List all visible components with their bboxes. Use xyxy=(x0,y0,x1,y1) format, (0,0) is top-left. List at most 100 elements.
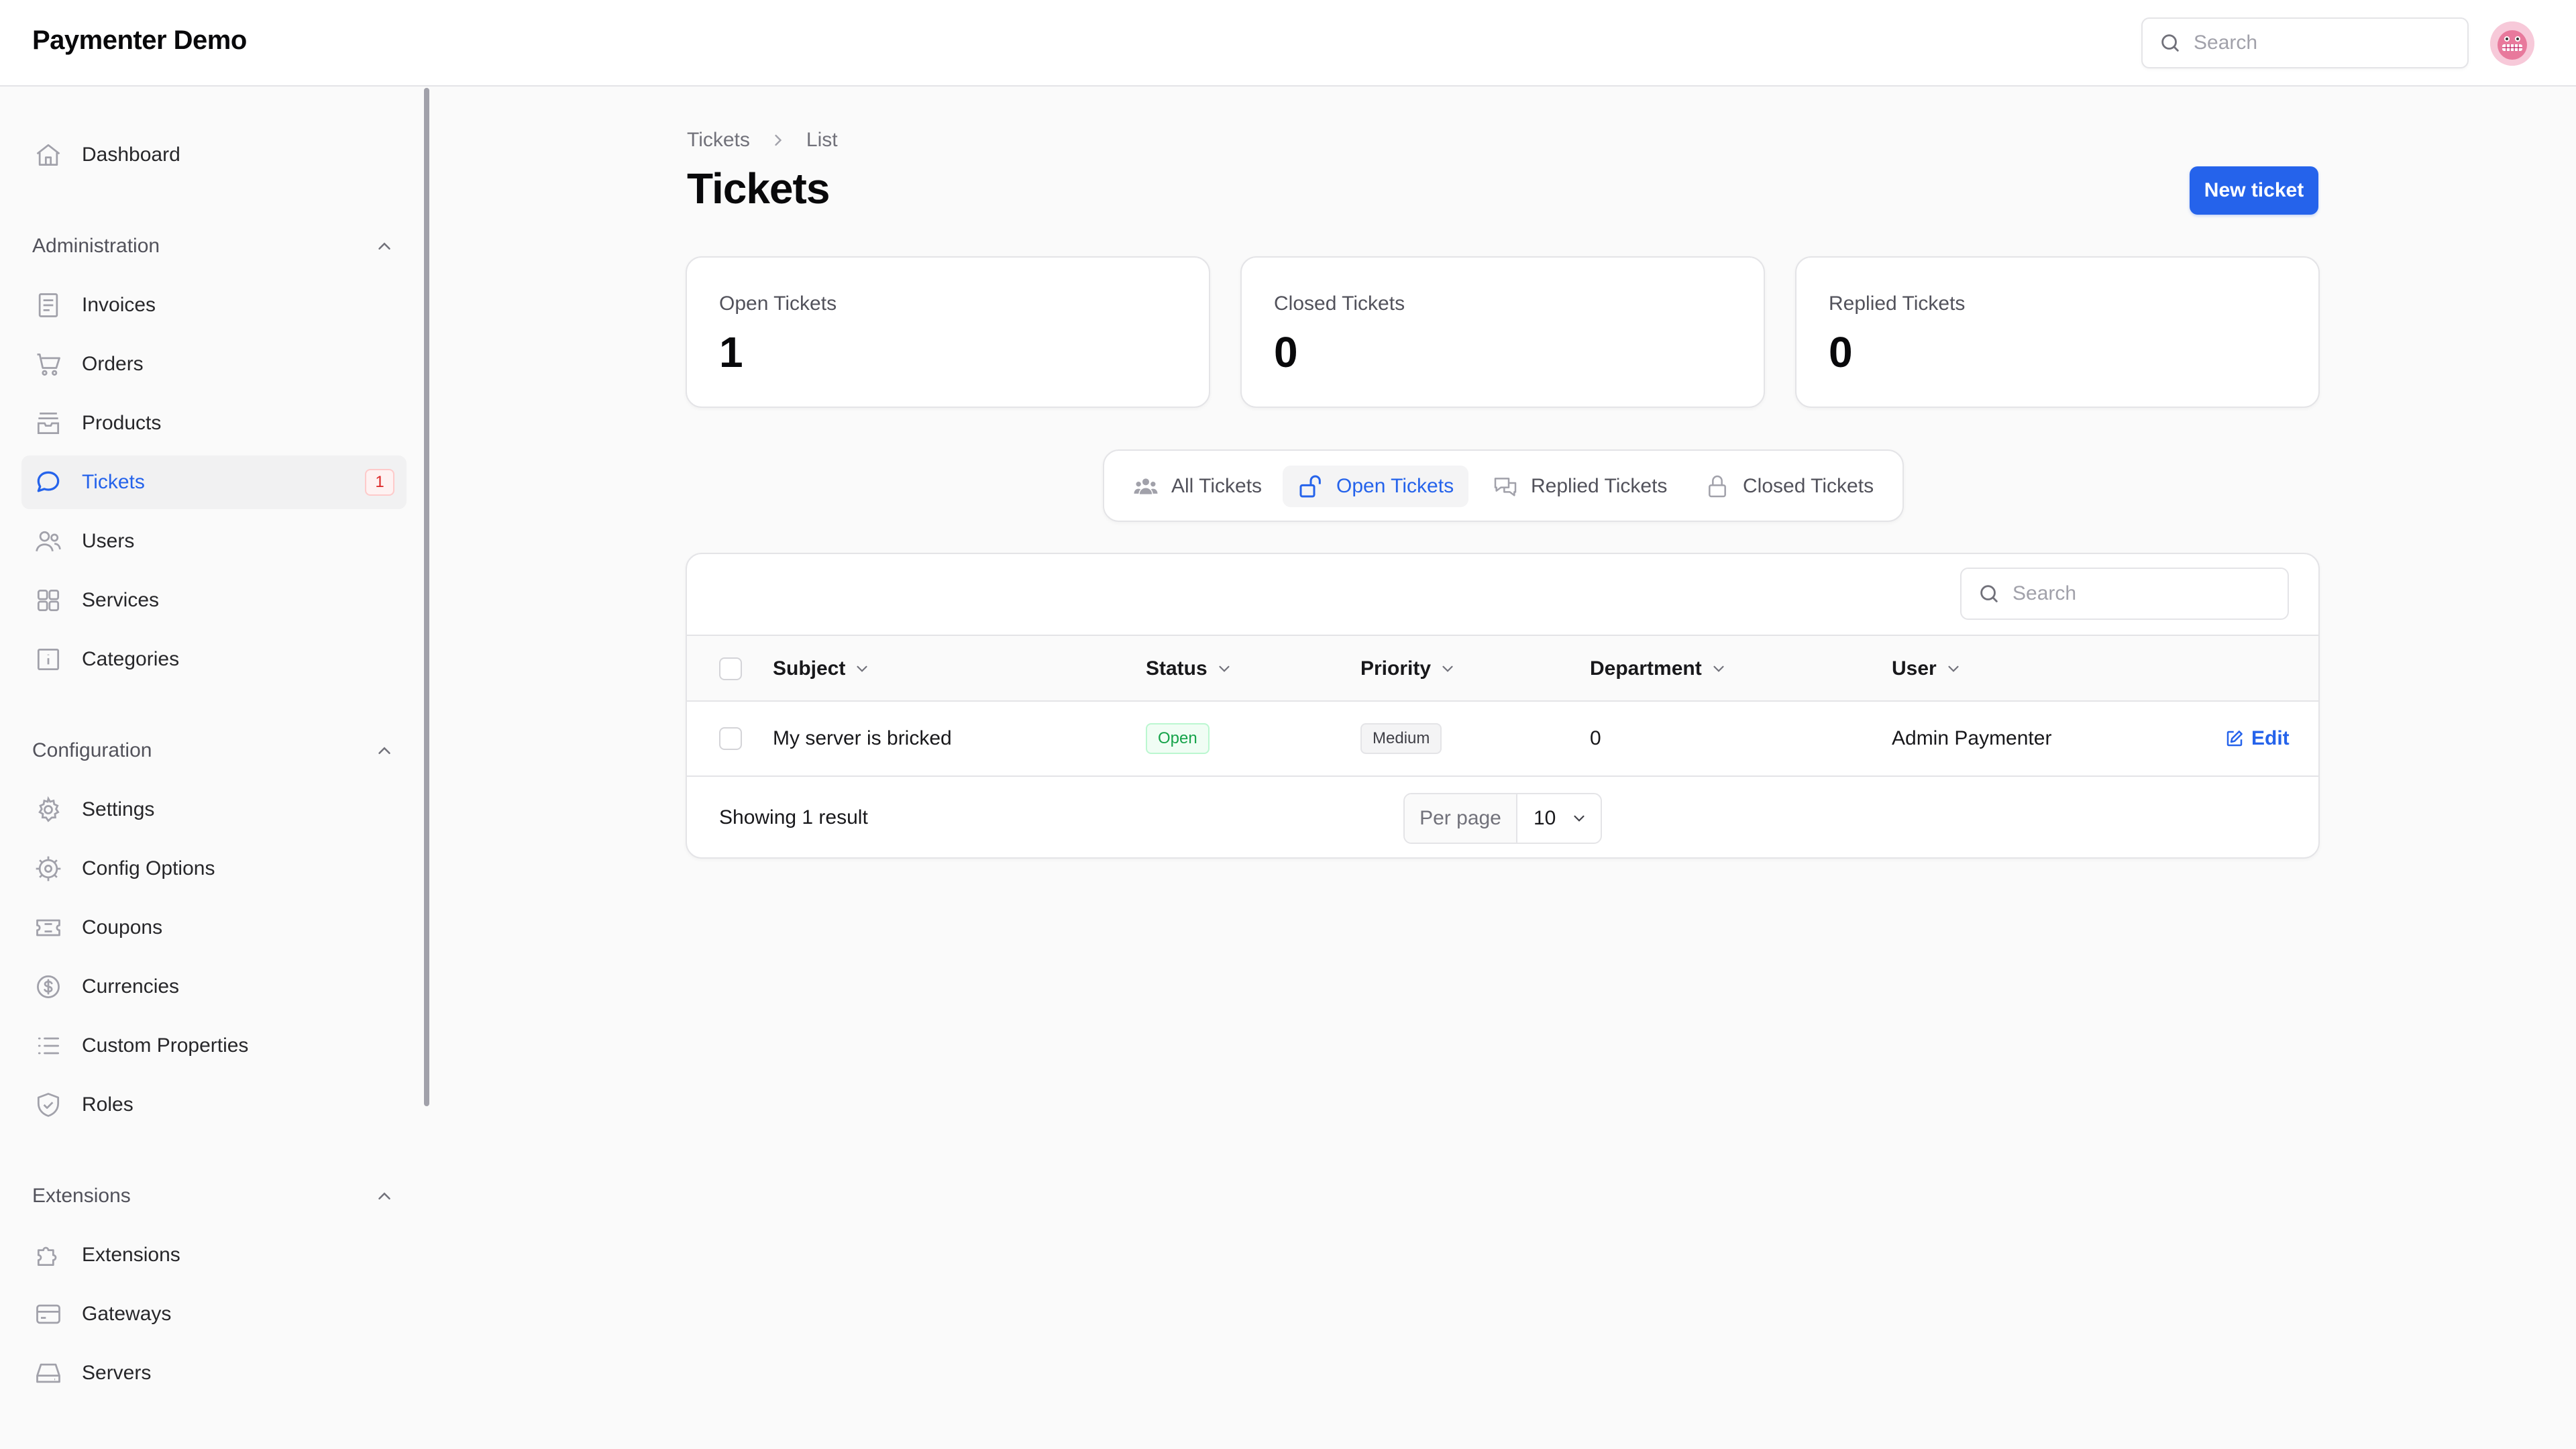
sidebar-item-config-options[interactable]: Config Options xyxy=(21,842,407,896)
cell-priority: Medium xyxy=(1360,702,1442,775)
cell-user: Admin Paymenter xyxy=(1892,727,2052,749)
column-priority[interactable]: Priority xyxy=(1360,636,1456,702)
column-label: Subject xyxy=(773,657,846,680)
tab-all-tickets[interactable]: All Tickets xyxy=(1118,466,1277,507)
sidebar-group-label: Extensions xyxy=(32,1185,131,1207)
cell-subject: My server is bricked xyxy=(773,727,952,749)
sidebar-item-invoices[interactable]: Invoices xyxy=(21,278,407,332)
table-row[interactable]: My server is bricked Open Medium 0 Admin… xyxy=(687,702,2318,777)
sidebar-item-extensions[interactable]: Extensions xyxy=(21,1228,407,1282)
chevron-right-icon xyxy=(775,134,782,146)
sidebar-item-settings[interactable]: Settings xyxy=(21,783,407,837)
sidebar-item-categories[interactable]: Categories xyxy=(21,633,407,686)
tab-label: Replied Tickets xyxy=(1531,475,1668,497)
column-label: Status xyxy=(1146,657,1208,680)
sidebar-item-label: Roles xyxy=(82,1093,133,1116)
breadcrumb: Tickets List xyxy=(687,129,838,152)
page-title: Tickets xyxy=(687,164,830,213)
per-page-label: Per page xyxy=(1405,794,1517,843)
stat-label: Replied Tickets xyxy=(1829,292,1966,315)
sidebar-item-tickets[interactable]: Tickets 1 xyxy=(21,455,407,509)
cart-icon xyxy=(37,353,60,376)
avatar[interactable] xyxy=(2490,21,2534,66)
sidebar-item-label: Extensions xyxy=(82,1244,180,1266)
sidebar-item-servers[interactable]: Servers xyxy=(21,1346,407,1400)
row-checkbox[interactable] xyxy=(719,727,742,750)
cell-status: Open xyxy=(1146,702,1210,775)
tab-label: All Tickets xyxy=(1171,475,1263,497)
chevron-down-icon xyxy=(1219,665,1230,672)
search-icon xyxy=(2161,34,2179,52)
edit-label: Edit xyxy=(2251,727,2290,749)
column-user[interactable]: User xyxy=(1892,636,1962,702)
gear-icon xyxy=(38,796,60,822)
stat-card-closed: Closed Tickets 0 xyxy=(1240,256,1765,408)
sidebar-group-extensions[interactable]: Extensions xyxy=(32,1179,394,1213)
sidebar-item-roles[interactable]: Roles xyxy=(21,1078,407,1132)
sidebar-item-label: Users xyxy=(82,530,135,552)
lock-closed-icon xyxy=(1709,475,1726,498)
puzzle-icon xyxy=(37,1246,57,1267)
sidebar-group-label: Administration xyxy=(32,235,160,257)
cog-icon xyxy=(36,856,61,881)
result-count: Showing 1 result xyxy=(719,806,868,828)
tab-open-tickets[interactable]: Open Tickets xyxy=(1283,466,1469,507)
sidebar-scrollbar[interactable] xyxy=(424,88,429,1106)
credit-card-icon xyxy=(36,1304,60,1324)
sidebar-item-label: Services xyxy=(82,589,160,611)
global-search-input[interactable]: Search xyxy=(2141,17,2469,68)
brand-title[interactable]: Paymenter Demo xyxy=(32,25,247,56)
per-page-value[interactable]: 10 xyxy=(1517,794,1601,843)
breadcrumb-tickets[interactable]: Tickets xyxy=(687,129,750,152)
per-page-select[interactable]: Per page 10 xyxy=(1403,793,1602,844)
column-department[interactable]: Department xyxy=(1590,636,1727,702)
column-label: User xyxy=(1892,657,1937,680)
sidebar-item-custom-properties[interactable]: Custom Properties xyxy=(21,1019,407,1073)
new-ticket-button[interactable]: New ticket xyxy=(2190,166,2318,215)
ticket-icon xyxy=(36,919,60,936)
users-icon xyxy=(36,531,61,551)
sidebar-item-label: Dashboard xyxy=(82,144,180,166)
edit-link[interactable]: Edit xyxy=(2224,702,2290,775)
list-icon xyxy=(38,1037,60,1055)
column-label: Priority xyxy=(1360,657,1432,680)
sidebar-item-products[interactable]: Products xyxy=(21,396,407,450)
status-badge: Open xyxy=(1146,723,1210,754)
sidebar-item-label: Settings xyxy=(82,798,155,820)
chevron-down-icon xyxy=(1442,665,1453,672)
tab-closed-tickets[interactable]: Closed Tickets xyxy=(1689,466,1888,507)
stat-label: Closed Tickets xyxy=(1274,292,1405,315)
sidebar-item-label: Custom Properties xyxy=(82,1034,249,1057)
shield-check-icon xyxy=(37,1093,60,1117)
sidebar-item-dashboard[interactable]: Dashboard xyxy=(21,128,407,182)
tab-replied-tickets[interactable]: Replied Tickets xyxy=(1477,466,1682,507)
pencil-square-icon xyxy=(2226,731,2243,747)
sidebar-group-administration[interactable]: Administration xyxy=(32,229,394,263)
sidebar-item-gateways[interactable]: Gateways xyxy=(21,1287,407,1341)
sidebar-item-orders[interactable]: Orders xyxy=(21,337,407,391)
stat-card-replied: Replied Tickets 0 xyxy=(1795,256,2320,408)
stat-value: 1 xyxy=(719,328,743,376)
sidebar-group-configuration[interactable]: Configuration xyxy=(32,734,394,767)
lock-open-icon xyxy=(1299,475,1321,498)
priority-badge: Medium xyxy=(1360,723,1442,754)
archive-box-icon xyxy=(37,412,60,435)
sidebar-item-label: Tickets xyxy=(82,471,145,493)
per-page-selected: 10 xyxy=(1534,807,1556,829)
column-subject[interactable]: Subject xyxy=(773,636,871,702)
sidebar-item-coupons[interactable]: Coupons xyxy=(21,901,407,955)
sidebar-item-label: Currencies xyxy=(82,975,180,998)
sidebar-item-currencies[interactable]: Currencies xyxy=(21,960,407,1014)
user-group-icon xyxy=(1134,478,1158,494)
table-search-input[interactable]: Search xyxy=(1960,568,2289,620)
chevron-up-icon xyxy=(378,1192,390,1199)
search-icon xyxy=(1980,585,1998,602)
sidebar-item-services[interactable]: Services xyxy=(21,574,407,627)
tab-label: Closed Tickets xyxy=(1743,475,1874,497)
dollar-icon xyxy=(37,975,60,998)
sidebar-item-label: Servers xyxy=(82,1362,152,1384)
chevron-down-icon xyxy=(1574,815,1585,822)
sidebar-item-users[interactable]: Users xyxy=(21,515,407,568)
column-status[interactable]: Status xyxy=(1146,636,1233,702)
select-all-checkbox[interactable] xyxy=(719,657,742,680)
